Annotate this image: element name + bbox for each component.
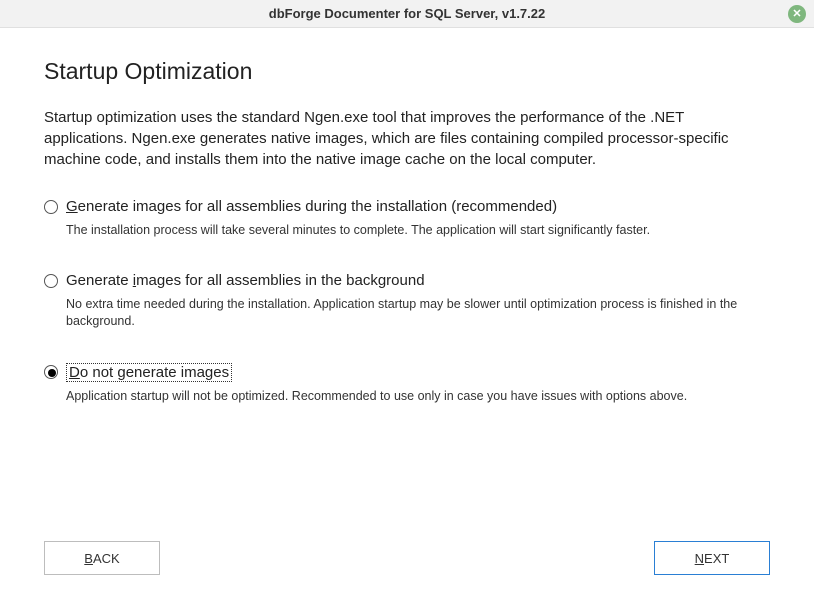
- option-desc-2: Application startup will not be optimize…: [66, 388, 770, 406]
- back-button[interactable]: BACK: [44, 541, 160, 575]
- radio-option-2[interactable]: [44, 365, 58, 379]
- titlebar: dbForge Documenter for SQL Server, v1.7.…: [0, 0, 814, 28]
- option-desc-1: No extra time needed during the installa…: [66, 296, 770, 331]
- footer: BACK NEXT: [44, 541, 770, 575]
- option-label-1[interactable]: Generate images for all assemblies in th…: [66, 272, 425, 289]
- next-button[interactable]: NEXT: [654, 541, 770, 575]
- option-1: Generate images for all assemblies in th…: [44, 272, 770, 331]
- option-label-2[interactable]: Do not generate images: [66, 363, 232, 382]
- option-label-0[interactable]: Generate images for all assemblies durin…: [66, 198, 557, 215]
- radio-option-1[interactable]: [44, 274, 58, 288]
- close-icon[interactable]: ✕: [788, 5, 806, 23]
- intro-text: Startup optimization uses the standard N…: [44, 107, 770, 170]
- option-0: Generate images for all assemblies durin…: [44, 198, 770, 240]
- option-2: Do not generate images Application startu…: [44, 363, 770, 406]
- page-title: Startup Optimization: [44, 58, 770, 85]
- option-desc-0: The installation process will take sever…: [66, 222, 770, 240]
- radio-option-0[interactable]: [44, 200, 58, 214]
- window-title: dbForge Documenter for SQL Server, v1.7.…: [269, 6, 545, 21]
- content-area: Startup Optimization Startup optimizatio…: [0, 28, 814, 457]
